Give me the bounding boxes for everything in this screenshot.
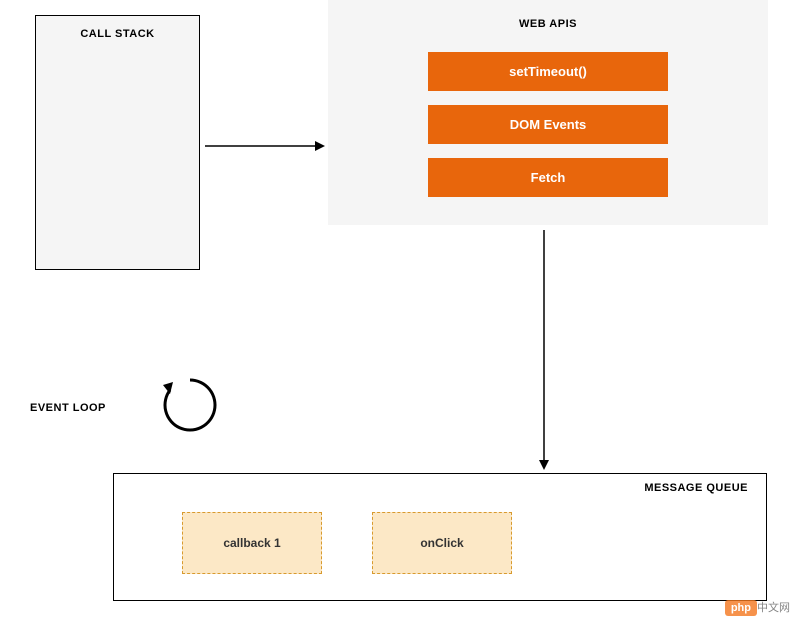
api-dom-events: DOM Events [428, 105, 668, 144]
web-apis-title: WEB APIS [358, 18, 738, 30]
event-loop: EVENT LOOP [30, 370, 230, 450]
queue-item-callback1: callback 1 [182, 512, 322, 574]
api-settimeout: setTimeout() [428, 52, 668, 91]
watermark-text: 中文网 [757, 602, 790, 614]
event-loop-circle-icon [155, 370, 225, 445]
arrow-callstack-to-webapis [205, 136, 325, 156]
queue-items: callback 1 onClick [132, 512, 748, 574]
arrow-webapis-to-queue [534, 230, 554, 470]
queue-item-onclick: onClick [372, 512, 512, 574]
call-stack-panel: CALL STACK [35, 15, 200, 270]
message-queue-title: MESSAGE QUEUE [132, 482, 748, 494]
api-fetch: Fetch [428, 158, 668, 197]
event-loop-label: EVENT LOOP [30, 402, 106, 414]
watermark-badge: php [725, 600, 757, 616]
call-stack-title: CALL STACK [36, 28, 199, 40]
message-queue-panel: MESSAGE QUEUE callback 1 onClick [113, 473, 767, 601]
watermark: php中文网 [725, 599, 790, 615]
web-apis-panel: WEB APIS setTimeout() DOM Events Fetch [328, 0, 768, 225]
